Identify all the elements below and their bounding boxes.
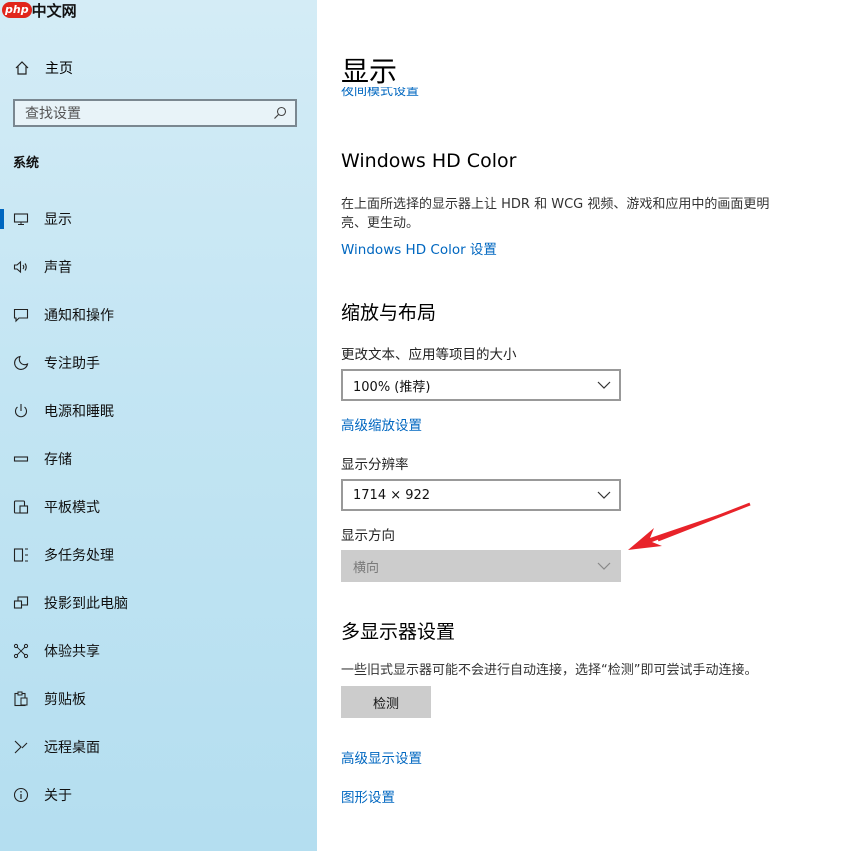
- power-icon: [0, 403, 44, 419]
- tablet-icon: [0, 499, 44, 515]
- settings-sidebar: php 中文网 主页 查找设置 系统 显示 声音 通知和操作 专注助手 电源和睡…: [0, 0, 317, 851]
- home-nav-item[interactable]: 主页: [12, 56, 73, 80]
- sidebar-item-shared-experiences[interactable]: 体验共享: [0, 631, 317, 671]
- chevron-down-icon: [589, 562, 619, 570]
- sidebar-item-power-sleep[interactable]: 电源和睡眠: [0, 391, 317, 431]
- home-label: 主页: [45, 61, 73, 77]
- sidebar-item-label: 多任务处理: [44, 548, 114, 564]
- drive-icon: [0, 451, 44, 467]
- multi-display-heading: 多显示器设置: [341, 621, 456, 643]
- multi-display-description: 一些旧式显示器可能不会进行自动连接，选择“检测”即可尝试手动连接。: [341, 663, 758, 678]
- advanced-display-link[interactable]: 高级显示设置: [341, 747, 422, 767]
- sidebar-item-label: 平板模式: [44, 500, 100, 516]
- moon-icon: [0, 355, 44, 371]
- sidebar-item-project-to-pc[interactable]: 投影到此电脑: [0, 583, 317, 623]
- detect-button[interactable]: 检测: [341, 686, 431, 718]
- sidebar-item-focus-assist[interactable]: 专注助手: [0, 343, 317, 383]
- page-title: 显示: [341, 55, 398, 88]
- search-icon[interactable]: [265, 106, 295, 120]
- search-input[interactable]: 查找设置: [13, 99, 297, 127]
- sidebar-item-display[interactable]: 显示: [0, 199, 317, 239]
- scale-layout-heading: 缩放与布局: [341, 302, 437, 324]
- section-label-system: 系统: [13, 156, 40, 171]
- sidebar-item-label: 远程桌面: [44, 740, 100, 756]
- scale-size-dropdown[interactable]: 100% (推荐): [341, 369, 621, 401]
- sidebar-item-multitasking[interactable]: 多任务处理: [0, 535, 317, 575]
- hdr-heading: Windows HD Color: [341, 150, 517, 172]
- scale-size-label: 更改文本、应用等项目的大小: [341, 347, 517, 363]
- monitor-icon: [0, 211, 44, 227]
- message-icon: [0, 307, 44, 323]
- sidebar-item-label: 声音: [44, 260, 72, 276]
- scale-size-value: 100% (推荐): [353, 379, 431, 395]
- resolution-label: 显示分辨率: [341, 457, 409, 473]
- share-icon: [0, 643, 44, 659]
- hdr-settings-link[interactable]: Windows HD Color 设置: [341, 238, 497, 258]
- night-light-settings-link[interactable]: 夜间模式设置: [341, 87, 419, 99]
- orientation-dropdown[interactable]: 横向: [341, 550, 621, 582]
- speaker-icon: [0, 259, 44, 275]
- multitask-icon: [0, 547, 44, 563]
- annotation-arrow: [628, 502, 751, 550]
- sidebar-item-label: 存储: [44, 452, 72, 468]
- home-icon: [12, 60, 32, 76]
- watermark-text: 中文网: [31, 1, 77, 20]
- sidebar-item-label: 剪贴板: [44, 692, 86, 708]
- resolution-dropdown[interactable]: 1714 × 922: [341, 479, 621, 511]
- sidebar-item-label: 电源和睡眠: [44, 404, 114, 420]
- advanced-scaling-link[interactable]: 高级缩放设置: [341, 414, 422, 434]
- sidebar-item-clipboard[interactable]: 剪贴板: [0, 679, 317, 719]
- project-icon: [0, 595, 44, 611]
- remote-icon: [0, 739, 44, 755]
- chevron-down-icon: [589, 491, 619, 499]
- sidebar-item-label: 投影到此电脑: [44, 596, 128, 612]
- clipboard-icon: [0, 691, 44, 707]
- sidebar-item-storage[interactable]: 存储: [0, 439, 317, 479]
- sidebar-item-sound[interactable]: 声音: [0, 247, 317, 287]
- hdr-description: 在上面所选择的显示器上让 HDR 和 WCG 视频、游戏和应用中的画面更明亮、更…: [341, 197, 770, 231]
- sidebar-item-label: 关于: [44, 788, 72, 804]
- sidebar-item-remote-desktop[interactable]: 远程桌面: [0, 727, 317, 767]
- graphics-settings-link[interactable]: 图形设置: [341, 786, 395, 806]
- resolution-value: 1714 × 922: [353, 487, 431, 503]
- info-icon: [0, 787, 44, 803]
- watermark-logo: php: [2, 2, 32, 18]
- sidebar-item-label: 体验共享: [44, 644, 100, 660]
- orientation-label: 显示方向: [341, 528, 395, 544]
- orientation-value: 横向: [353, 560, 380, 576]
- sidebar-item-label: 通知和操作: [44, 308, 114, 324]
- sidebar-item-about[interactable]: 关于: [0, 775, 317, 815]
- sidebar-item-label: 专注助手: [44, 356, 100, 372]
- sidebar-item-label: 显示: [44, 212, 72, 228]
- chevron-down-icon: [589, 381, 619, 389]
- watermark: php 中文网: [2, 0, 77, 20]
- sidebar-item-notifications[interactable]: 通知和操作: [0, 295, 317, 335]
- sidebar-item-tablet-mode[interactable]: 平板模式: [0, 487, 317, 527]
- settings-content: 显示 夜间模式设置 Windows HD Color 在上面所选择的显示器上让 …: [317, 0, 852, 851]
- search-placeholder: 查找设置: [25, 106, 81, 122]
